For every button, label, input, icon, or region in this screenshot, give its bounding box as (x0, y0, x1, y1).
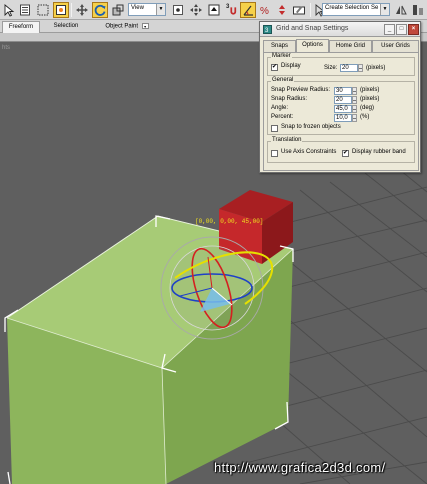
tab-label: Freeform (8, 24, 34, 30)
tab-snaps[interactable]: Snaps (263, 40, 296, 52)
selection-set-text: Create Selection Se (325, 5, 379, 11)
group-title: General (271, 77, 295, 83)
tab-label: Snaps (270, 43, 288, 49)
options-panel: Marker ✔ Display Size: 20 (pixels) Gener… (263, 52, 419, 171)
marker-size-spinner[interactable]: 20 (340, 64, 363, 72)
snap-radius-unit: (pixels) (360, 96, 380, 102)
move-icon[interactable] (74, 2, 90, 18)
tab-label: Object Paint (105, 23, 138, 30)
rotation-readout: [0,00, 0,00, 45,00] (195, 218, 264, 225)
spinner-arrows-icon[interactable] (352, 87, 357, 95)
ribbon-menu-icon[interactable]: ▾ (141, 23, 149, 29)
chevron-down-icon: ▼ (380, 4, 389, 15)
angle-snap-icon[interactable] (240, 2, 256, 18)
percent-snap-icon[interactable]: % (257, 2, 273, 18)
display-label: Display (281, 63, 301, 69)
spinner-arrows-icon[interactable] (352, 105, 357, 113)
tab-user-grids[interactable]: User Grids (372, 40, 419, 52)
spinner-arrows-icon[interactable] (358, 64, 363, 72)
tab-label: Home Grid (335, 43, 365, 49)
svg-text:%: % (260, 6, 269, 17)
main-toolbar: View ▼ 3 % Create Selection Se ▼ (0, 0, 427, 20)
snap-radius-label: Snap Radius: (271, 96, 308, 102)
marker-group: Marker ✔ Display Size: 20 (pixels) (267, 53, 415, 76)
angle-value: 45,0 (336, 106, 348, 112)
maximize-button[interactable]: □ (396, 24, 407, 35)
rectangular-selection-icon[interactable] (35, 2, 51, 18)
tab-home-grid[interactable]: Home Grid (329, 40, 372, 52)
tab-label: Options (302, 42, 323, 48)
select-manipulate-icon[interactable] (188, 2, 204, 18)
percent-label: Percent: (271, 114, 294, 120)
tab-label: User Grids (381, 43, 410, 49)
percent-unit: (%) (360, 114, 370, 120)
snap-preview-radius-unit: (pixels) (360, 87, 380, 93)
tab-object-paint[interactable]: Object Paint ▾ (96, 21, 158, 33)
use-axis-constraints-label: Use Axis Constraints (281, 149, 337, 155)
group-title: Translation (271, 137, 303, 143)
percent-value: 10,0 (336, 115, 348, 121)
app-icon: 3 (263, 25, 272, 34)
group-title: Marker (271, 53, 292, 59)
rotate-icon[interactable] (92, 2, 108, 18)
snap-to-frozen-label: Snap to frozen objects (281, 124, 341, 130)
spinner-arrows-icon[interactable] (352, 114, 357, 122)
display-rubber-band-label: Display rubber band (352, 149, 406, 155)
snaps-toggle-icon[interactable]: 3 (224, 2, 240, 18)
dialog-tabs: Snaps Options Home Grid User Grids (263, 39, 419, 52)
select-by-name-icon[interactable] (18, 2, 34, 18)
snap-radius-spinner[interactable]: 20 (334, 96, 357, 104)
snap-preview-radius-value: 30 (336, 88, 343, 94)
display-rubber-band-checkbox[interactable]: ✔ (342, 150, 349, 157)
tab-selection[interactable]: Selection (46, 21, 86, 33)
snap-to-frozen-checkbox[interactable] (271, 125, 278, 132)
reference-coordinate-dropdown[interactable]: View ▼ (128, 3, 166, 16)
angle-spinner[interactable]: 45,0 (334, 105, 357, 113)
grid-and-snap-settings-dialog: 3 Grid and Snap Settings _ □ × Snaps Opt… (259, 21, 421, 173)
general-group: General Snap Preview Radius: 30 (pixels)… (267, 77, 415, 135)
mirror-icon[interactable] (393, 2, 409, 18)
snap-preview-radius-label: Snap Preview Radius: (271, 87, 331, 93)
reference-coordinate-value: View (131, 5, 144, 11)
spinner-arrows-icon[interactable] (352, 96, 357, 104)
minimize-button[interactable]: _ (384, 24, 395, 35)
percent-spinner[interactable]: 10,0 (334, 114, 357, 122)
pivot-center-icon[interactable] (170, 2, 186, 18)
spinner-snap-icon[interactable] (274, 2, 290, 18)
tab-label: Selection (53, 23, 79, 29)
tab-options[interactable]: Options (296, 39, 329, 52)
align-icon[interactable] (410, 2, 426, 18)
display-marker-checkbox[interactable]: ✔ (271, 64, 278, 71)
selection-set-dropdown[interactable]: Create Selection Se ▼ (322, 3, 390, 16)
use-axis-constraints-checkbox[interactable] (271, 150, 278, 157)
snap-radius-value: 20 (336, 97, 343, 103)
keyboard-shortcut-icon[interactable] (206, 2, 222, 18)
translation-group: Translation Use Axis Constraints ✔ Displ… (267, 137, 415, 163)
angle-label: Angle: (271, 105, 289, 111)
angle-unit: (deg) (360, 105, 375, 111)
tab-freeform[interactable]: Freeform (2, 21, 40, 33)
watermark-url: http://www.grafica2d3d.com/ (214, 460, 386, 475)
close-button[interactable]: × (408, 24, 419, 35)
edit-named-selection-icon[interactable] (291, 2, 307, 18)
chevron-down-icon: ▼ (156, 4, 165, 15)
scale-icon[interactable] (110, 2, 126, 18)
snap-preview-radius-spinner[interactable]: 30 (334, 87, 357, 95)
size-unit: (pixels) (366, 65, 386, 71)
size-label: Size: (324, 65, 338, 71)
window-crossing-icon[interactable] (53, 2, 69, 18)
select-object-icon[interactable] (1, 2, 17, 18)
dialog-title: Grid and Snap Settings (276, 25, 349, 32)
dialog-title-bar[interactable]: 3 Grid and Snap Settings _ □ × (260, 22, 420, 37)
marker-size-value: 20 (342, 65, 349, 71)
